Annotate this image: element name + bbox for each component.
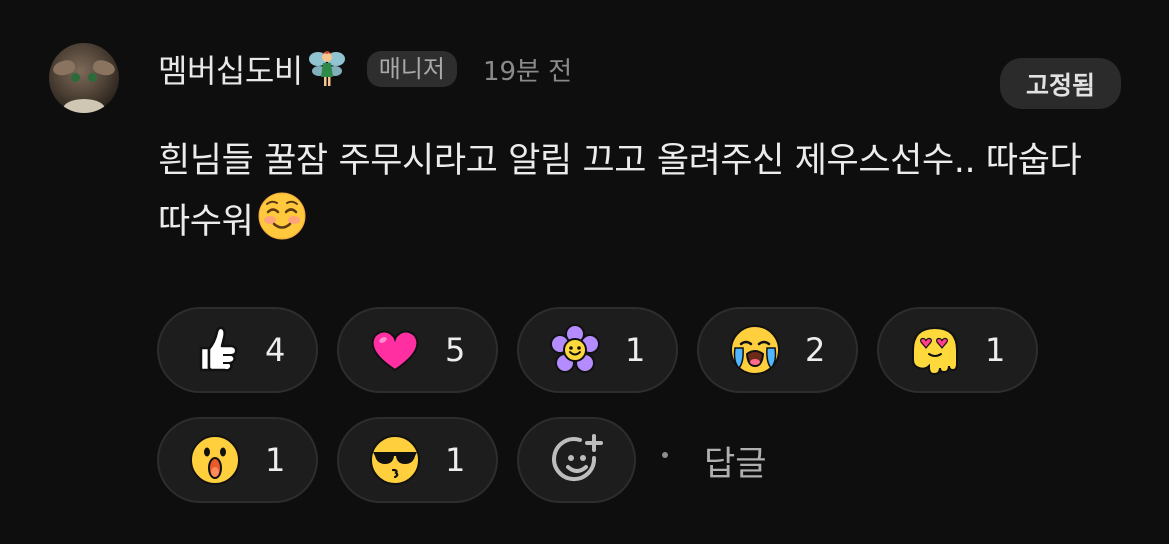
avatar-eye-left xyxy=(71,73,80,82)
reaction-count: 5 xyxy=(445,331,466,369)
reaction-chip-surprised[interactable]: 1 xyxy=(157,417,318,503)
separator-dot xyxy=(662,452,668,458)
reaction-chip-flower[interactable]: 1 xyxy=(517,307,678,393)
avatar-cloth xyxy=(63,99,105,113)
comment-body: 흰님들 꿀잠 주무시라고 알림 끄고 올려주신 제우스선수.. 따숩다 따수워 xyxy=(158,132,1118,252)
surprised-face-icon xyxy=(190,435,240,485)
reaction-chip-crying[interactable]: 2 xyxy=(697,307,858,393)
add-reaction-button[interactable] xyxy=(517,417,636,503)
role-badge: 매니저 xyxy=(366,51,457,87)
avatar-eye-right xyxy=(88,73,97,82)
flower-icon xyxy=(550,324,600,373)
add-emoji-icon xyxy=(552,434,603,482)
timestamp: 19분 전 xyxy=(482,56,573,87)
crying-face-icon xyxy=(730,325,780,375)
reply-button[interactable]: 답글 xyxy=(704,436,767,485)
comment-header: 멤버십도비 매니저 19분 전 xyxy=(158,44,572,94)
reaction-count: 2 xyxy=(805,331,826,369)
avatar[interactable] xyxy=(49,43,119,113)
smiling-face-emoji xyxy=(258,192,306,240)
melting-heart-eyes-icon xyxy=(912,326,958,376)
reaction-count: 1 xyxy=(445,441,466,479)
reaction-chip-heart[interactable]: 5 xyxy=(337,307,498,393)
reaction-count: 1 xyxy=(625,331,646,369)
thumbs-up-icon xyxy=(199,326,238,372)
reaction-chip-sunglasses-kiss[interactable]: 1 xyxy=(337,417,498,503)
reaction-count: 1 xyxy=(265,441,286,479)
reaction-chip-thumbs-up[interactable]: 4 xyxy=(157,307,318,393)
reaction-count: 1 xyxy=(985,331,1006,369)
fairy-icon xyxy=(308,51,345,86)
reaction-chip-melting-heart-eyes[interactable]: 1 xyxy=(877,307,1038,393)
reaction-count: 4 xyxy=(265,331,286,369)
sunglasses-kiss-icon xyxy=(370,435,420,485)
author-name[interactable]: 멤버십도비 xyxy=(158,46,303,92)
pinned-badge: 고정됨 xyxy=(1000,58,1121,109)
heart-icon xyxy=(371,330,419,372)
